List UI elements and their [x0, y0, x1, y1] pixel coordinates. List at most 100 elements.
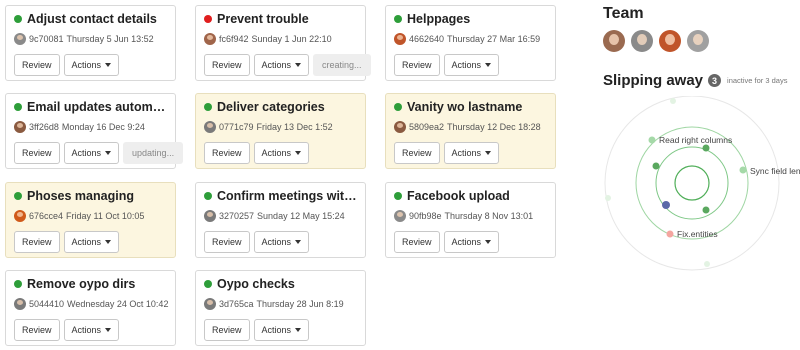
card-meta: 676cce4 Friday 11 Oct 10:05: [14, 210, 167, 222]
avatar[interactable]: [631, 30, 653, 52]
actions-dropdown-button[interactable]: Actions: [63, 142, 120, 164]
review-button[interactable]: Review: [204, 54, 250, 76]
card-title-row: Email updates automagi…: [14, 100, 167, 114]
actions-dropdown-button[interactable]: Actions: [253, 231, 310, 253]
actions-label: Actions: [261, 60, 292, 70]
orbit-dot[interactable]: [648, 136, 656, 144]
commit-hash: 3d765ca: [219, 299, 254, 309]
commit-date: Friday 11 Oct 10:05: [66, 211, 145, 221]
review-card: Facebook upload 90fb98e Thursday 8 Nov 13:…: [385, 182, 556, 258]
card-actions: Review Actions creating...: [204, 54, 371, 76]
actions-dropdown-button[interactable]: Actions: [443, 54, 500, 76]
orbit-dot[interactable]: [702, 144, 710, 152]
avatar: [204, 298, 216, 310]
card-title[interactable]: Helppages: [407, 12, 470, 26]
actions-dropdown-button[interactable]: Actions: [443, 231, 500, 253]
orbit-dot[interactable]: [666, 230, 674, 238]
card-title[interactable]: Vanity wo lastname: [407, 100, 522, 114]
orbit-diagram: Read right columns Sync field len Fix.en…: [604, 96, 800, 271]
review-button[interactable]: Review: [14, 231, 60, 253]
commit-hash: 0771c79: [219, 122, 254, 132]
review-button[interactable]: Review: [204, 231, 250, 253]
card-title[interactable]: Email updates automagi…: [27, 100, 167, 114]
card-title[interactable]: Facebook upload: [407, 189, 510, 203]
card-title[interactable]: Prevent trouble: [217, 12, 309, 26]
card-meta: 3ff26d8 Monday 16 Dec 9:24: [14, 121, 167, 133]
card-actions: Review Actions: [394, 54, 547, 76]
orbit-dot[interactable]: [652, 162, 660, 170]
card-title[interactable]: Oypo checks: [217, 277, 295, 291]
actions-dropdown-button[interactable]: Actions: [63, 231, 120, 253]
avatar[interactable]: [603, 30, 625, 52]
commit-hash: 3ff26d8: [29, 122, 59, 132]
card-title[interactable]: Adjust contact details: [27, 12, 157, 26]
card-title[interactable]: Phoses managing: [27, 189, 134, 203]
avatar: [394, 210, 406, 222]
status-dot: [14, 280, 22, 288]
actions-label: Actions: [261, 237, 292, 247]
status-dot: [394, 15, 402, 23]
commit-date: Sunday 12 May 15:24: [257, 211, 345, 221]
orbit-dot[interactable]: [605, 195, 611, 201]
card-title-row: Deliver categories: [204, 100, 357, 114]
review-button[interactable]: Review: [204, 319, 250, 341]
orbit-label: Read right columns: [659, 135, 732, 145]
status-dot: [394, 192, 402, 200]
chevron-down-icon: [295, 63, 302, 67]
chevron-down-icon: [105, 151, 112, 155]
card-title-row: Helppages: [394, 12, 547, 26]
commit-hash: 3270257: [219, 211, 255, 221]
card-title[interactable]: Deliver categories: [217, 100, 325, 114]
status-badge: updating...: [123, 142, 184, 164]
review-button[interactable]: Review: [14, 142, 60, 164]
card-title-row: Adjust contact details: [14, 12, 167, 26]
card-title[interactable]: Confirm meetings witho…: [217, 189, 357, 203]
orbit-dot[interactable]: [704, 261, 710, 267]
review-card: Remove oypo dirs 5044410 Wednesday 24 Oct …: [5, 270, 176, 346]
actions-label: Actions: [71, 148, 102, 158]
commit-hash: 676cce4: [29, 211, 64, 221]
card-actions: Review Actions: [14, 54, 167, 76]
actions-dropdown-button[interactable]: Actions: [443, 142, 500, 164]
actions-dropdown-button[interactable]: Actions: [253, 319, 310, 341]
card-meta: 9c70081 Thursday 5 Jun 13:52: [14, 33, 167, 45]
card-meta: 3270257 Sunday 12 May 15:24: [204, 210, 357, 222]
review-button[interactable]: Review: [204, 142, 250, 164]
commit-date: Thursday 28 Jun 8:19: [256, 299, 344, 309]
avatar: [204, 33, 216, 45]
chevron-down-icon: [295, 151, 302, 155]
chevron-down-icon: [485, 63, 492, 67]
actions-dropdown-button[interactable]: Actions: [63, 319, 120, 341]
actions-dropdown-button[interactable]: Actions: [253, 142, 310, 164]
orbit-label: Fix.entities: [677, 229, 718, 239]
review-button[interactable]: Review: [14, 319, 60, 341]
status-dot: [14, 15, 22, 23]
card-title-row: Vanity wo lastname: [394, 100, 547, 114]
avatar: [394, 121, 406, 133]
orbit-dot[interactable]: [670, 98, 676, 104]
commit-date: Thursday 8 Nov 13:01: [444, 211, 534, 221]
actions-label: Actions: [451, 60, 482, 70]
avatar[interactable]: [687, 30, 709, 52]
actions-dropdown-button[interactable]: Actions: [63, 54, 120, 76]
review-card: Confirm meetings witho… 3270257 Sunday 12 …: [195, 182, 366, 258]
review-card: Oypo checks 3d765ca Thursday 28 Jun 8:19 Re…: [195, 270, 366, 346]
actions-dropdown-button[interactable]: Actions: [253, 54, 310, 76]
orbit-label: Sync field len: [750, 166, 800, 176]
review-card: Vanity wo lastname 5809ea2 Thursday 12 Dec…: [385, 93, 556, 169]
orbit-dot[interactable]: [702, 206, 710, 214]
orbit-dot[interactable]: [739, 166, 747, 174]
card-title-row: Confirm meetings witho…: [204, 189, 357, 203]
review-button[interactable]: Review: [394, 231, 440, 253]
commit-date: Friday 13 Dec 1:52: [256, 122, 333, 132]
commit-date: Wednesday 24 Oct 10:42: [67, 299, 169, 309]
review-button[interactable]: Review: [14, 54, 60, 76]
orbit-dot[interactable]: [662, 201, 670, 209]
chevron-down-icon: [105, 63, 112, 67]
review-button[interactable]: Review: [394, 142, 440, 164]
review-button[interactable]: Review: [394, 54, 440, 76]
card-title[interactable]: Remove oypo dirs: [27, 277, 135, 291]
avatar: [394, 33, 406, 45]
card-meta: 5044410 Wednesday 24 Oct 10:42: [14, 298, 169, 310]
avatar[interactable]: [659, 30, 681, 52]
